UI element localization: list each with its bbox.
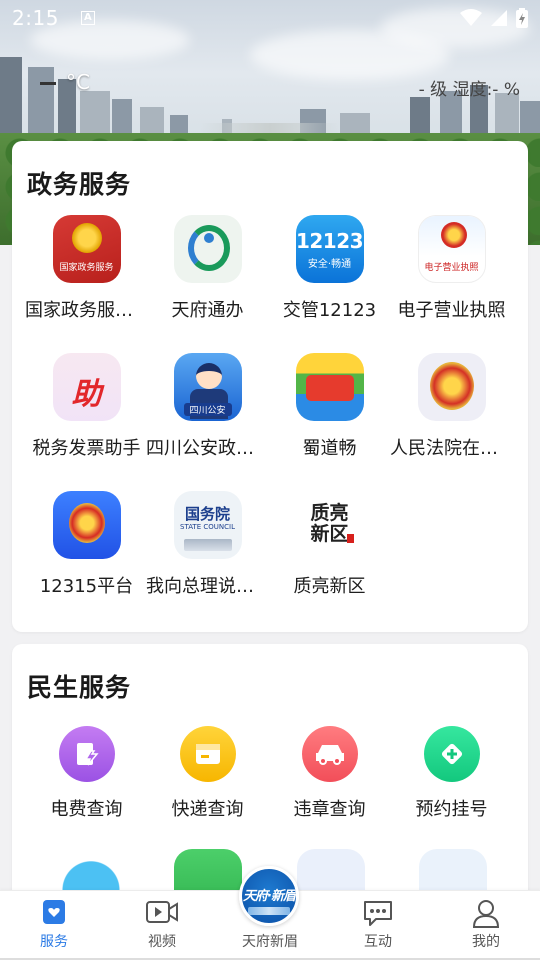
life-item-label: 电费查询 [50, 799, 123, 820]
gov-item-label: 税务发票助手 [32, 438, 141, 459]
nav-label: 视频 [148, 934, 176, 950]
gov-item-tax[interactable]: 助 税务发票助手 [22, 353, 151, 460]
service-icon [41, 899, 67, 929]
court-emblem-icon [417, 353, 486, 421]
gov-item-police[interactable]: 四川公安 四川公安政务服务 [143, 353, 272, 460]
gov-item-court[interactable]: 人民法院在线服务 [387, 353, 516, 460]
gov-item-label: 天府通办 [171, 300, 244, 321]
gov-item-label: 我向总理说句话 [146, 576, 272, 597]
gov-item-tianfu[interactable]: 天府通办 [143, 215, 272, 322]
gov-item-label: 蜀道畅 [302, 438, 357, 459]
gov-item-shudao[interactable]: 蜀道畅 [265, 353, 394, 460]
chat-icon [362, 899, 394, 931]
nav-service[interactable]: 服务 [0, 891, 108, 960]
tianfu-icon [173, 215, 242, 283]
life-item-appointment[interactable]: 预约挂号 [387, 720, 516, 821]
gov-item-label: 国家政务服务平台 [25, 300, 151, 321]
gov-item-label: 人民法院在线服务 [390, 438, 516, 459]
gov-item-label: 电子营业执照 [397, 300, 506, 321]
medical-appointment-icon [423, 726, 480, 782]
temperature-placeholder [40, 82, 56, 85]
life-item-electricity[interactable]: 电费查询 [22, 720, 151, 821]
state-council-icon: 国务院 STATE COUNCIL [173, 491, 242, 559]
gov-item-national[interactable]: 国家政务服务 国家政务服务平台 [22, 215, 151, 322]
gov-item-license[interactable]: 电子营业执照 电子营业执照 [387, 215, 516, 322]
gov-item-label: 12315平台 [39, 576, 134, 597]
traffic-12123-icon: 12123 安全·畅通 [295, 215, 364, 283]
life-item-label: 预约挂号 [415, 799, 488, 820]
life-item-violation[interactable]: 违章查询 [265, 720, 394, 821]
emblem-12315-icon [52, 491, 121, 559]
nav-label: 我的 [472, 934, 500, 950]
battery-icon [516, 8, 528, 28]
wifi-icon [460, 9, 482, 27]
business-license-icon: 电子营业执照 [417, 215, 486, 283]
video-icon [145, 899, 179, 929]
nav-label: 天府新眉 [242, 934, 298, 950]
police-icon: 四川公安 [173, 353, 242, 421]
gov-item-label: 交管12123 [282, 300, 377, 321]
gov-item-12315[interactable]: 12315平台 [22, 491, 151, 598]
tianfu-xinmei-logo[interactable]: 天府·新眉 [239, 866, 299, 926]
car-violation-icon [301, 726, 358, 782]
national-emblem-icon: 国家政务服务 [52, 215, 121, 283]
gov-item-label: 质亮新区 [293, 576, 366, 597]
gov-services-title: 政务服务 [27, 170, 132, 199]
nav-interact[interactable]: 互动 [324, 891, 432, 960]
gov-item-state-council[interactable]: 国务院 STATE COUNCIL 我向总理说句话 [143, 491, 272, 598]
status-bar: 2:15 A [0, 0, 540, 36]
gov-services-card: 政务服务 国家政务服务 国家政务服务平台 天府通办 12123安全·畅通 交管1… [12, 141, 528, 632]
nav-label: 服务 [40, 934, 68, 950]
gov-item-label: 四川公安政务服务 [146, 438, 272, 459]
life-item-label: 快递查询 [171, 799, 244, 820]
zhiliang-icon: 质亮新区 [295, 491, 364, 559]
life-item-label: 违章查询 [293, 799, 366, 820]
accessibility-a-icon: A [80, 11, 95, 25]
gov-item-12123[interactable]: 12123 安全·畅通 交管12123 [265, 215, 394, 322]
life-services-title: 民生服务 [27, 673, 132, 702]
nav-video[interactable]: 视频 [108, 891, 216, 960]
weather-temperature: °C [40, 70, 90, 94]
life-services-card: 民生服务 电费查询 快递查询 违章查询 预约挂号 [12, 644, 528, 904]
nav-profile[interactable]: 我的 [432, 891, 540, 960]
weather-level-humidity: - 级 湿度:- % [418, 80, 520, 100]
gov-item-zhiliang[interactable]: 质亮新区 质亮新区 [265, 491, 394, 598]
signal-icon [490, 9, 508, 27]
express-box-icon [179, 726, 236, 782]
electricity-bill-icon [58, 726, 115, 782]
status-time: 2:15 [12, 6, 59, 30]
life-item-express[interactable]: 快递查询 [143, 720, 272, 821]
center-badge-text: 天府·新眉 [243, 889, 296, 904]
nav-label: 互动 [364, 934, 392, 950]
profile-icon [472, 899, 500, 933]
shudao-icon [295, 353, 364, 421]
tax-invoice-icon: 助 [52, 353, 121, 421]
